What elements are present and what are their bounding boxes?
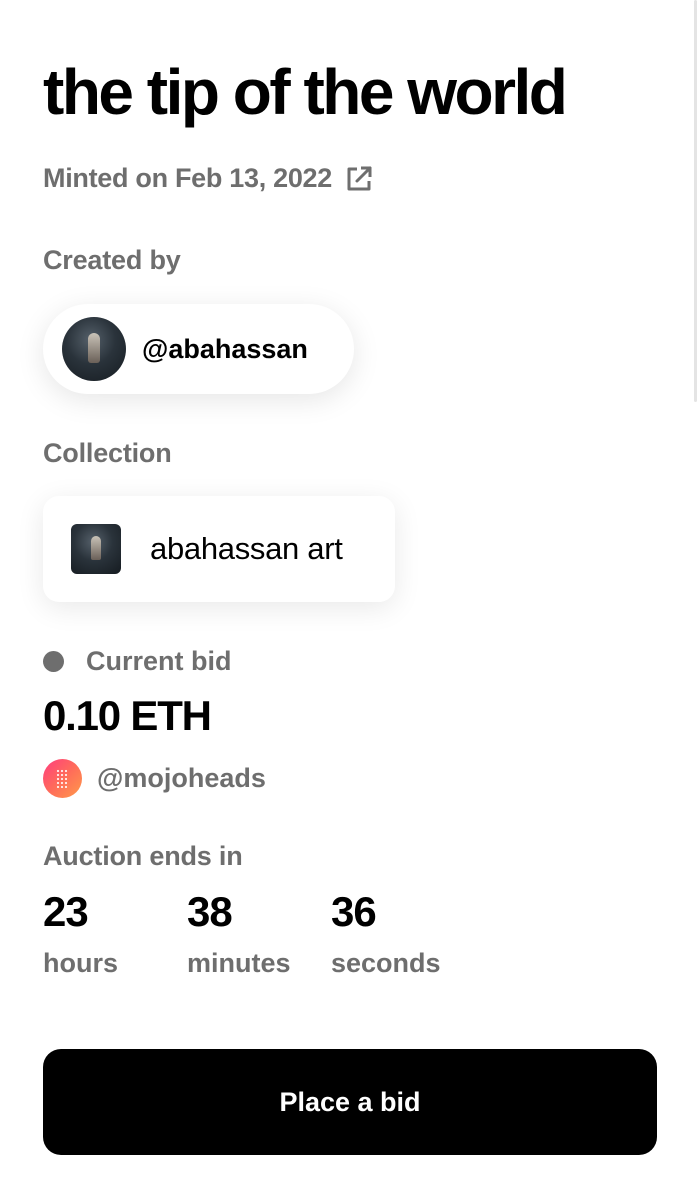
current-bid-label: Current bid <box>86 646 232 676</box>
countdown-hours: 23 hours <box>43 888 187 979</box>
place-bid-button[interactable]: Place a bid <box>43 1049 657 1155</box>
collection-name: abahassan art <box>150 531 343 566</box>
status-dot-icon <box>43 651 64 672</box>
countdown-minutes: 38 minutes <box>187 888 331 979</box>
bidder-avatar <box>43 759 82 798</box>
external-link-icon[interactable] <box>344 164 374 194</box>
bidder-username: @mojoheads <box>97 763 266 793</box>
countdown-hours-label: hours <box>43 948 119 978</box>
countdown-hours-value: 23 <box>43 888 89 935</box>
bidder-profile-link[interactable]: @mojoheads <box>43 759 266 798</box>
collection-card[interactable]: abahassan art <box>43 496 395 602</box>
countdown-minutes-value: 38 <box>187 888 233 935</box>
scrollbar[interactable] <box>694 0 697 402</box>
minted-date: Minted on Feb 13, 2022 <box>43 163 332 193</box>
auction-countdown: 23 hours 38 minutes 36 seconds <box>43 888 441 979</box>
current-bid-header: Current bid <box>43 646 232 677</box>
created-by-label: Created by <box>43 245 181 275</box>
minted-date-link[interactable]: Minted on Feb 13, 2022 <box>43 163 374 194</box>
countdown-seconds-value: 36 <box>331 888 377 935</box>
countdown-minutes-label: minutes <box>187 948 291 978</box>
collection-thumbnail <box>71 524 121 574</box>
collection-label: Collection <box>43 438 172 468</box>
countdown-seconds: 36 seconds <box>331 888 441 979</box>
artwork-title: the tip of the world <box>43 56 568 128</box>
countdown-seconds-label: seconds <box>331 948 441 978</box>
current-bid-amount: 0.10 ETH <box>43 692 212 739</box>
nft-auction-page: the tip of the world Minted on Feb 13, 2… <box>0 0 699 1200</box>
creator-avatar <box>62 317 126 381</box>
creator-username: @abahassan <box>142 333 308 364</box>
auction-ends-label: Auction ends in <box>43 841 243 871</box>
creator-profile-chip[interactable]: @abahassan <box>43 304 354 394</box>
